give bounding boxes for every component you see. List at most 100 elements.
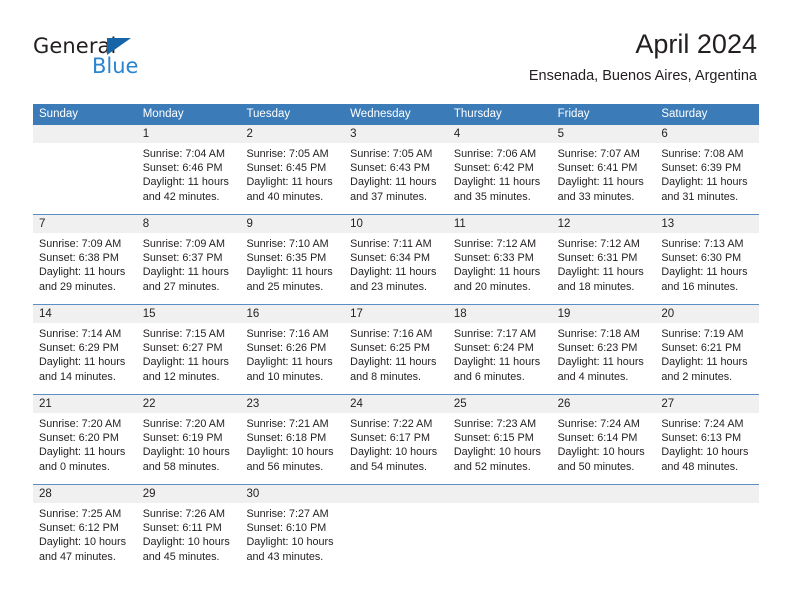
day-info-line: and 25 minutes.	[246, 280, 324, 293]
day-cell[interactable]: Sunrise: 7:20 AM Sunset: 6:19 PM Daylight:…	[137, 413, 241, 484]
day-cell[interactable]: Sunrise: 7:22 AM Sunset: 6:17 PM Daylight:…	[344, 413, 448, 484]
day-cell[interactable]: Sunrise: 7:27 AM Sunset: 6:10 PM Daylight:…	[240, 503, 344, 574]
day-info-line: Sunrise: 7:25 AM	[39, 508, 122, 520]
day-number[interactable]: 30	[240, 485, 344, 503]
day-cell[interactable]: Sunrise: 7:06 AM Sunset: 6:42 PM Daylight:…	[448, 143, 552, 214]
day-info-line: and 20 minutes.	[453, 280, 531, 293]
day-info-line: Daylight: 11 hours	[557, 266, 644, 279]
day-number[interactable]: 7	[33, 215, 137, 233]
day-number[interactable]: 21	[33, 395, 137, 413]
week-body-row: Sunrise: 7:14 AM Sunset: 6:29 PM Daylight:…	[33, 323, 759, 394]
day-info-line: and 31 minutes.	[661, 190, 739, 203]
day-cell[interactable]: Sunrise: 7:04 AM Sunset: 6:46 PM Daylight:…	[137, 143, 241, 214]
day-number[interactable]: 26	[552, 395, 656, 413]
day-number[interactable]: 8	[137, 215, 241, 233]
day-info-line: Sunset: 6:46 PM	[142, 162, 223, 175]
day-cell[interactable]: Sunrise: 7:05 AM Sunset: 6:45 PM Daylight:…	[240, 143, 344, 214]
day-info-line: and 47 minutes.	[39, 550, 116, 563]
day-cell[interactable]: Sunrise: 7:17 AM Sunset: 6:24 PM Daylight:…	[448, 323, 552, 394]
day-cell[interactable]: Sunrise: 7:14 AM Sunset: 6:29 PM Daylight:…	[33, 323, 137, 394]
day-number[interactable]: 18	[448, 305, 552, 323]
day-info-line: Sunset: 6:45 PM	[246, 162, 327, 175]
day-cell[interactable]: Sunrise: 7:11 AM Sunset: 6:34 PM Daylight:…	[344, 233, 448, 304]
day-cell[interactable]: Sunrise: 7:12 AM Sunset: 6:33 PM Daylight:…	[448, 233, 552, 304]
day-cell[interactable]: Sunrise: 7:26 AM Sunset: 6:11 PM Daylight:…	[137, 503, 241, 574]
day-cell-empty	[33, 143, 137, 214]
day-number[interactable]: 15	[137, 305, 241, 323]
day-number[interactable]: 16	[240, 305, 344, 323]
day-number[interactable]: 13	[655, 215, 759, 233]
day-info-line: Daylight: 11 hours	[557, 356, 644, 369]
day-info-line: Sunrise: 7:10 AM	[246, 238, 329, 250]
day-info-line: Sunrise: 7:12 AM	[453, 238, 537, 250]
day-cell[interactable]: Sunrise: 7:15 AM Sunset: 6:27 PM Daylight:…	[137, 323, 241, 394]
day-info-line: Sunrise: 7:20 AM	[142, 418, 225, 430]
day-cell[interactable]: Sunrise: 7:09 AM Sunset: 6:37 PM Daylight:…	[137, 233, 241, 304]
day-number[interactable]: 10	[344, 215, 448, 233]
day-cell[interactable]: Sunrise: 7:07 AM Sunset: 6:41 PM Daylight:…	[552, 143, 656, 214]
day-cell[interactable]: Sunrise: 7:13 AM Sunset: 6:30 PM Daylight:…	[655, 233, 759, 304]
day-info-line: and 37 minutes.	[350, 190, 427, 203]
day-info-line: Daylight: 11 hours	[557, 176, 644, 189]
day-info-line: Sunset: 6:26 PM	[246, 342, 327, 355]
day-number[interactable]: 11	[448, 215, 552, 233]
week-date-band: 123456	[33, 125, 759, 143]
day-cell[interactable]: Sunrise: 7:20 AM Sunset: 6:20 PM Daylight:…	[33, 413, 137, 484]
day-info-line: Sunset: 6:18 PM	[246, 432, 327, 445]
day-cell-empty	[448, 503, 552, 574]
day-number-empty	[33, 125, 137, 143]
day-number[interactable]: 29	[137, 485, 241, 503]
day-cell[interactable]: Sunrise: 7:18 AM Sunset: 6:23 PM Daylight:…	[552, 323, 656, 394]
general-blue-logo: General Blue	[33, 34, 183, 80]
calendar-week-row: 28 29 30 Sunrise: 7:25 AM Sunset: 6:12 PM Day…	[33, 484, 759, 574]
day-number[interactable]: 4	[448, 125, 552, 143]
day-number[interactable]: 17	[344, 305, 448, 323]
day-cell[interactable]: Sunrise: 7:09 AM Sunset: 6:38 PM Daylight:…	[33, 233, 137, 304]
day-number[interactable]: 25	[448, 395, 552, 413]
day-cell[interactable]: Sunrise: 7:25 AM Sunset: 6:12 PM Daylight:…	[33, 503, 137, 574]
day-info-line: Sunset: 6:31 PM	[557, 252, 638, 265]
day-info-line: and 54 minutes.	[350, 460, 427, 473]
day-number[interactable]: 14	[33, 305, 137, 323]
day-cell[interactable]: Sunrise: 7:24 AM Sunset: 6:13 PM Daylight:…	[655, 413, 759, 484]
day-cell[interactable]: Sunrise: 7:24 AM Sunset: 6:14 PM Daylight:…	[552, 413, 656, 484]
day-info-line: Sunrise: 7:24 AM	[661, 418, 744, 430]
day-number[interactable]: 12	[552, 215, 656, 233]
day-number[interactable]: 20	[655, 305, 759, 323]
day-info-line: Daylight: 10 hours	[557, 446, 645, 459]
day-cell[interactable]: Sunrise: 7:08 AM Sunset: 6:39 PM Daylight:…	[655, 143, 759, 214]
day-number[interactable]: 3	[344, 125, 448, 143]
day-cell[interactable]: Sunrise: 7:19 AM Sunset: 6:21 PM Daylight:…	[655, 323, 759, 394]
day-cell[interactable]: Sunrise: 7:12 AM Sunset: 6:31 PM Daylight:…	[552, 233, 656, 304]
day-info-line: Daylight: 11 hours	[661, 266, 748, 279]
day-number[interactable]: 27	[655, 395, 759, 413]
day-info-line: Daylight: 10 hours	[246, 446, 334, 459]
day-info-line: Sunrise: 7:05 AM	[246, 148, 329, 160]
day-cell[interactable]: Sunrise: 7:05 AM Sunset: 6:43 PM Daylight:…	[344, 143, 448, 214]
day-cell[interactable]: Sunrise: 7:23 AM Sunset: 6:15 PM Daylight:…	[448, 413, 552, 484]
day-info-line: Sunset: 6:37 PM	[142, 252, 223, 265]
day-info-line: Daylight: 11 hours	[246, 176, 333, 189]
day-number[interactable]: 6	[655, 125, 759, 143]
day-number-empty	[655, 485, 759, 503]
day-info-line: Sunset: 6:42 PM	[453, 162, 534, 175]
day-cell[interactable]: Sunrise: 7:16 AM Sunset: 6:26 PM Daylight:…	[240, 323, 344, 394]
calendar-week-row: 14 15 16 17 18 19 20 Sunrise: 7:14 AM Sunset: 6:…	[33, 304, 759, 394]
day-number[interactable]: 23	[240, 395, 344, 413]
day-info-line: Daylight: 10 hours	[142, 446, 230, 459]
day-info-line: Sunset: 6:14 PM	[557, 432, 638, 445]
day-number[interactable]: 9	[240, 215, 344, 233]
day-number[interactable]: 5	[552, 125, 656, 143]
day-number[interactable]: 22	[137, 395, 241, 413]
day-number[interactable]: 2	[240, 125, 344, 143]
day-info-line: Sunrise: 7:09 AM	[142, 238, 225, 250]
day-number[interactable]: 1	[137, 125, 241, 143]
week-date-band: 14 15 16 17 18 19 20	[33, 305, 759, 323]
day-number[interactable]: 28	[33, 485, 137, 503]
page-header: General Blue April 2024 Ensenada, Buenos…	[0, 0, 792, 104]
day-cell[interactable]: Sunrise: 7:16 AM Sunset: 6:25 PM Daylight:…	[344, 323, 448, 394]
day-cell[interactable]: Sunrise: 7:10 AM Sunset: 6:35 PM Daylight:…	[240, 233, 344, 304]
day-number[interactable]: 19	[552, 305, 656, 323]
day-cell[interactable]: Sunrise: 7:21 AM Sunset: 6:18 PM Daylight:…	[240, 413, 344, 484]
day-number[interactable]: 24	[344, 395, 448, 413]
